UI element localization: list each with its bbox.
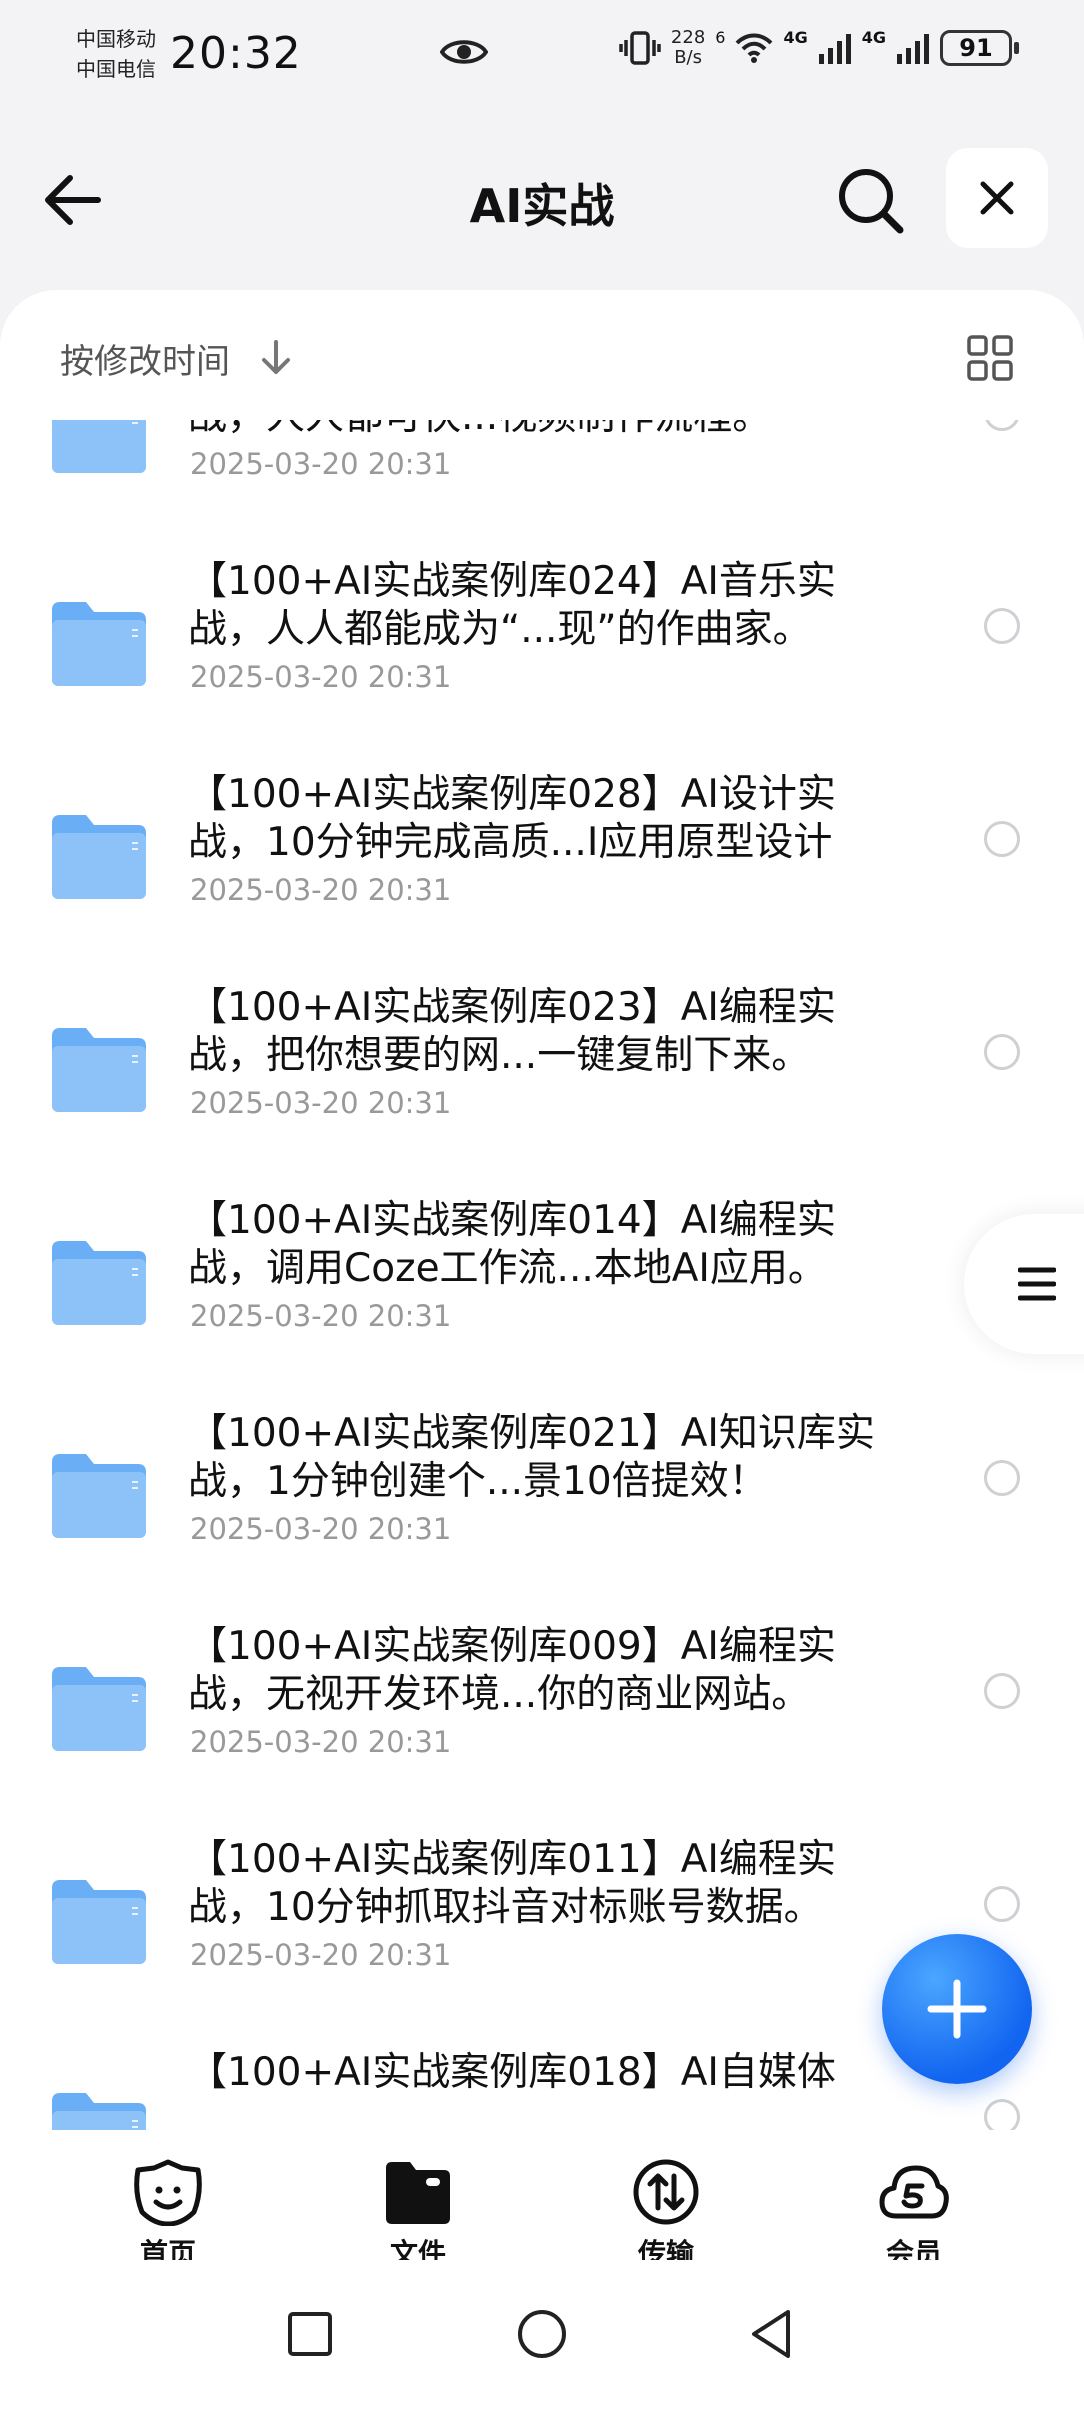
transfer-icon bbox=[633, 2159, 699, 2225]
file-row[interactable]: 【100+AI实战案例库021】AI知识库实战，1分钟创建个...景10倍提效！… bbox=[0, 1410, 1084, 1623]
wifi-label: 6 bbox=[715, 28, 726, 47]
file-date: 2025-03-20 20:31 bbox=[190, 1086, 452, 1120]
file-row[interactable]: 【100+AI实战案例库024】AI音乐实战，人人都能成为“...现”的作曲家。… bbox=[0, 558, 1084, 771]
file-title: 【100+AI实战案例库011】AI编程实战，10分钟抓取抖音对标账号数据。 bbox=[188, 1837, 836, 1930]
folder-icon bbox=[52, 815, 146, 899]
carrier-1: 中国移动 bbox=[76, 27, 156, 51]
file-row[interactable]: 【100+AI实战案例库009】AI编程实战，无视开发环境...你的商业网站。 … bbox=[0, 1623, 1084, 1836]
net2-label: 4G bbox=[861, 28, 886, 47]
select-radio[interactable] bbox=[984, 1886, 1020, 1922]
file-row[interactable]: 【100+AI实战案例库019】AI数字人实战，人人都可快...视频制作流程。 … bbox=[0, 420, 1084, 558]
carrier-names: 中国移动 中国电信 bbox=[76, 24, 156, 84]
folder-icon bbox=[52, 1028, 146, 1112]
sort-label[interactable]: 按修改时间 bbox=[60, 334, 230, 383]
file-date: 2025-03-20 20:31 bbox=[190, 1938, 452, 1972]
bottom-nav: 首页 文件 传输 会员 bbox=[0, 2130, 1084, 2270]
file-title: 【100+AI实战案例库018】AI自媒体 bbox=[188, 2050, 836, 2095]
file-date: 2025-03-20 20:31 bbox=[190, 1299, 452, 1333]
file-title: 【100+AI实战案例库023】AI编程实战，把你想要的网...一键复制下来。 bbox=[188, 985, 836, 1078]
folder-icon bbox=[52, 1880, 146, 1964]
file-row[interactable]: 【100+AI实战案例库028】AI设计实战，10分钟完成高质...I应用原型设… bbox=[0, 771, 1084, 984]
signal-icon-1 bbox=[818, 34, 851, 64]
select-radio[interactable] bbox=[984, 420, 1020, 431]
select-radio[interactable] bbox=[984, 1460, 1020, 1496]
file-row[interactable]: 【100+AI实战案例库023】AI编程实战，把你想要的网...一键复制下来。 … bbox=[0, 984, 1084, 1197]
file-date: 2025-03-20 20:31 bbox=[190, 1512, 452, 1546]
folder-icon bbox=[52, 602, 146, 686]
select-radio[interactable] bbox=[984, 2099, 1020, 2130]
menu-lines-icon bbox=[1018, 1267, 1056, 1301]
speed-unit: B/s bbox=[674, 47, 702, 68]
signal-icon-2 bbox=[897, 34, 929, 64]
file-title: 【100+AI实战案例库009】AI编程实战，无视开发环境...你的商业网站。 bbox=[188, 1624, 836, 1717]
cloud-vip-icon bbox=[879, 2165, 949, 2219]
sort-down-arrow-icon[interactable] bbox=[258, 338, 294, 378]
home-circle-icon[interactable] bbox=[510, 2302, 574, 2366]
file-date: 2025-03-20 20:31 bbox=[190, 1725, 452, 1759]
file-row[interactable]: 【100+AI实战案例库014】AI编程实战，调用Coze工作流...本地AI应… bbox=[0, 1197, 1084, 1410]
file-date: 2025-03-20 20:31 bbox=[190, 447, 452, 481]
file-date: 2025-03-20 20:31 bbox=[190, 660, 452, 694]
grid-view-icon[interactable] bbox=[966, 334, 1014, 382]
status-bar: 中国移动 中国电信 20:32 228 B/s 6 4G 4G 91 bbox=[0, 0, 1084, 120]
select-radio[interactable] bbox=[984, 821, 1020, 857]
speed-value: 228 bbox=[670, 27, 706, 48]
select-radio[interactable] bbox=[984, 1034, 1020, 1070]
file-title: 【100+AI实战案例库019】AI数字人实战，人人都可快...视频制作流程。 bbox=[188, 420, 878, 441]
back-triangle-icon[interactable] bbox=[740, 2302, 804, 2366]
folder-icon bbox=[52, 420, 146, 473]
add-button[interactable] bbox=[882, 1934, 1032, 2084]
file-title: 【100+AI实战案例库021】AI知识库实战，1分钟创建个...景10倍提效！ bbox=[188, 1411, 875, 1504]
folder-filled-icon bbox=[386, 2162, 450, 2224]
close-icon bbox=[980, 181, 1014, 215]
top-bar: AI实战 bbox=[0, 140, 1084, 260]
battery-indicator: 91 bbox=[940, 30, 1019, 66]
search-button[interactable] bbox=[836, 166, 906, 236]
page-title: AI实战 bbox=[469, 179, 615, 233]
file-sheet: 按修改时间 【100+AI实战案例库019】AI数字人实战，人人都可快...视频… bbox=[0, 290, 1084, 2130]
file-title: 【100+AI实战案例库024】AI音乐实战，人人都能成为“...现”的作曲家。 bbox=[188, 559, 836, 652]
vibrate-icon bbox=[619, 31, 661, 65]
file-date: 2025-03-20 20:31 bbox=[190, 873, 452, 907]
folder-icon bbox=[52, 1454, 146, 1538]
carrier-2: 中国电信 bbox=[76, 57, 156, 81]
nav-transfer[interactable]: 传输 bbox=[596, 2158, 736, 2272]
net-speed: 228 B/s bbox=[671, 28, 705, 68]
folder-icon bbox=[52, 1241, 146, 1325]
close-button[interactable] bbox=[946, 148, 1048, 248]
select-radio[interactable] bbox=[984, 1673, 1020, 1709]
net1-label: 4G bbox=[783, 28, 808, 47]
eye-icon bbox=[440, 40, 488, 64]
file-title: 【100+AI实战案例库028】AI设计实战，10分钟完成高质...I应用原型设… bbox=[188, 772, 836, 865]
system-nav-bar bbox=[0, 2260, 1084, 2412]
nav-vip[interactable]: 会员 bbox=[844, 2158, 984, 2272]
file-list: 【100+AI实战案例库019】AI数字人实战，人人都可快...视频制作流程。 … bbox=[0, 420, 1084, 2130]
plus-icon bbox=[927, 1979, 987, 2039]
folder-icon bbox=[52, 1667, 146, 1751]
file-title: 【100+AI实战案例库014】AI编程实战，调用Coze工作流...本地AI应… bbox=[188, 1198, 836, 1291]
search-icon bbox=[839, 169, 904, 234]
recent-apps-icon[interactable] bbox=[278, 2302, 342, 2366]
sort-bar: 按修改时间 bbox=[0, 290, 1084, 420]
nav-home[interactable]: 首页 bbox=[98, 2158, 238, 2272]
folder-icon bbox=[52, 2093, 146, 2130]
smile-face-icon bbox=[134, 2159, 202, 2227]
wifi-icon bbox=[736, 33, 773, 63]
status-icons: 228 B/s 6 4G 4G 91 bbox=[619, 28, 1019, 68]
status-time: 20:32 bbox=[170, 28, 302, 79]
nav-files[interactable]: 文件 bbox=[348, 2158, 488, 2272]
select-radio[interactable] bbox=[984, 608, 1020, 644]
